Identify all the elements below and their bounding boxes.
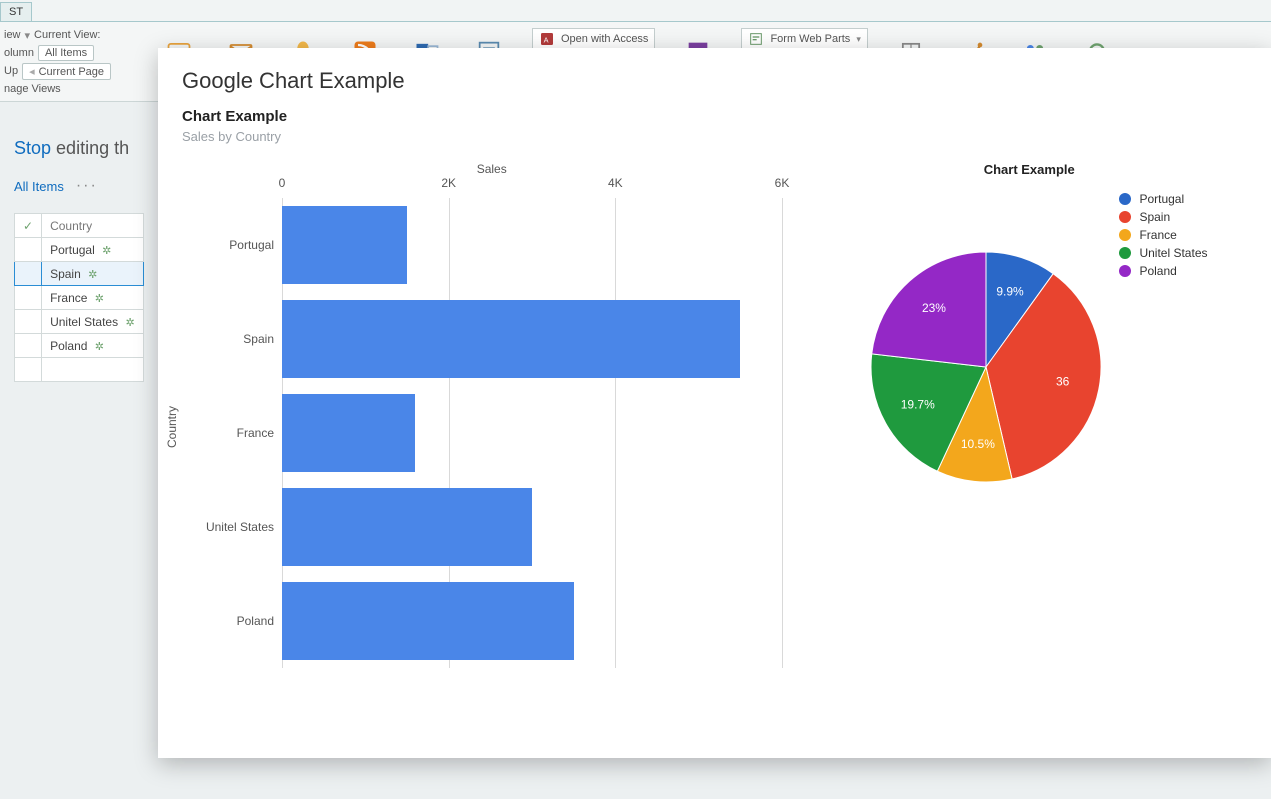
table-row[interactable]: Poland ✲ (15, 334, 144, 358)
row-country[interactable]: France ✲ (42, 286, 144, 310)
legend-swatch (1119, 247, 1131, 259)
ribbon-current-page[interactable]: ◂Current Page (22, 63, 111, 80)
row-check[interactable] (15, 286, 42, 310)
pie-slice-label: 23% (922, 301, 946, 315)
ribbon-current-view-label: Current View: (34, 29, 100, 41)
legend-label: Spain (1139, 210, 1170, 224)
ribbon-view-selector[interactable]: All Items (38, 45, 94, 61)
legend-swatch (1119, 193, 1131, 205)
legend-swatch (1119, 229, 1131, 241)
ribbon-up-label: Up (4, 65, 18, 77)
pie-slice-label: 9.9% (997, 285, 1025, 299)
bar-row: Spain (282, 292, 782, 386)
table-row[interactable]: Spain ✲ (15, 262, 144, 286)
legend-item[interactable]: Unitel States (1119, 246, 1207, 260)
bar-ylabel: Country (165, 406, 179, 448)
ribbon-manage-views: nage Views (4, 83, 61, 95)
bar-category-label: Portugal (229, 238, 274, 252)
row-country[interactable]: Spain ✲ (42, 262, 144, 286)
left-panel: Stop editing th All Items ··· ✓ Country … (0, 102, 160, 390)
pie-svg: 9.9% 36 10.5% 19.7% 23% (871, 252, 1101, 482)
ribbon-view-label: iew (4, 29, 21, 41)
ribbon-tab-strip: ST (0, 0, 1271, 22)
bar (282, 206, 407, 284)
view-all-items[interactable]: All Items (14, 179, 64, 194)
row-country[interactable]: Portugal ✲ (42, 238, 144, 262)
bar-row: Unitel States (282, 480, 782, 574)
row-check[interactable] (15, 310, 42, 334)
bar-tick: 0 (279, 176, 286, 190)
pie-title: Chart Example (984, 162, 1075, 177)
form-icon (748, 31, 764, 47)
table-row[interactable]: France ✲ (15, 286, 144, 310)
legend-label: Portugal (1139, 192, 1184, 206)
row-country[interactable]: Unitel States ✲ (42, 310, 144, 334)
chart-subtitle: Sales by Country (182, 129, 1247, 144)
row-check[interactable] (15, 334, 42, 358)
select-all-check[interactable]: ✓ (15, 214, 42, 238)
bar-row: Portugal (282, 198, 782, 292)
bar-tick: 4K (608, 176, 623, 190)
legend-label: France (1139, 228, 1176, 242)
new-item-cell[interactable] (42, 358, 144, 382)
bar-chart: Sales Country 02K4K6KPortugalSpainFrance… (182, 162, 801, 692)
bar-category-label: Spain (243, 332, 274, 346)
row-check[interactable] (15, 238, 42, 262)
legend-item[interactable]: France (1119, 228, 1207, 242)
ribbon-column-label: olumn (4, 47, 34, 59)
chart-panel: Google Chart Example Chart Example Sales… (158, 48, 1271, 758)
pie-slice-label: 19.7% (901, 397, 935, 411)
legend-label: Poland (1139, 264, 1176, 278)
access-icon: A (539, 31, 555, 47)
legend-swatch (1119, 265, 1131, 277)
bar (282, 488, 532, 566)
chevron-down-icon: ▾ (856, 34, 861, 45)
stop-editing-label[interactable]: Stop editing th (14, 138, 150, 159)
bar-tick: 6K (775, 176, 790, 190)
legend-item[interactable]: Portugal (1119, 192, 1207, 206)
pie-slice-label: 10.5% (961, 437, 995, 451)
form-web-parts-button[interactable]: Form Web Parts ▾ (741, 28, 867, 50)
table-row[interactable]: Unitel States ✲ (15, 310, 144, 334)
legend-label: Unitel States (1139, 246, 1207, 260)
legend-swatch (1119, 211, 1131, 223)
bar-xlabel: Sales (477, 162, 507, 176)
bar (282, 582, 574, 660)
panel-title: Google Chart Example (182, 68, 1247, 94)
chevron-down-icon[interactable]: ▾ (25, 29, 31, 42)
country-table: ✓ Country Portugal ✲ Spain ✲ France ✲ Un… (14, 213, 144, 382)
bar (282, 300, 740, 378)
bar (282, 394, 415, 472)
chart-title: Chart Example (182, 108, 1247, 125)
column-header-country[interactable]: Country (42, 214, 144, 238)
pie-chart: Chart Example 9.9% 36 10.5% 19.7% 23% Portug… (811, 162, 1247, 692)
open-with-access-button[interactable]: A Open with Access (532, 28, 655, 50)
table-row[interactable]: Portugal ✲ (15, 238, 144, 262)
ribbon-tab-st[interactable]: ST (0, 2, 32, 21)
more-views-button[interactable]: ··· (76, 177, 98, 195)
svg-text:A: A (544, 35, 549, 44)
pie-legend: Portugal Spain France Unitel States Poland (1119, 192, 1207, 282)
bar-tick: 2K (441, 176, 456, 190)
legend-item[interactable]: Poland (1119, 264, 1207, 278)
legend-item[interactable]: Spain (1119, 210, 1207, 224)
bar-category-label: Unitel States (206, 520, 274, 534)
new-item-cell[interactable] (15, 358, 42, 382)
bar-category-label: Poland (237, 614, 274, 628)
bar-category-label: France (237, 426, 274, 440)
pie-slice-label: 36 (1056, 375, 1070, 389)
row-check[interactable] (15, 262, 42, 286)
bar-row: France (282, 386, 782, 480)
row-country[interactable]: Poland ✲ (42, 334, 144, 358)
bar-row: Poland (282, 574, 782, 668)
